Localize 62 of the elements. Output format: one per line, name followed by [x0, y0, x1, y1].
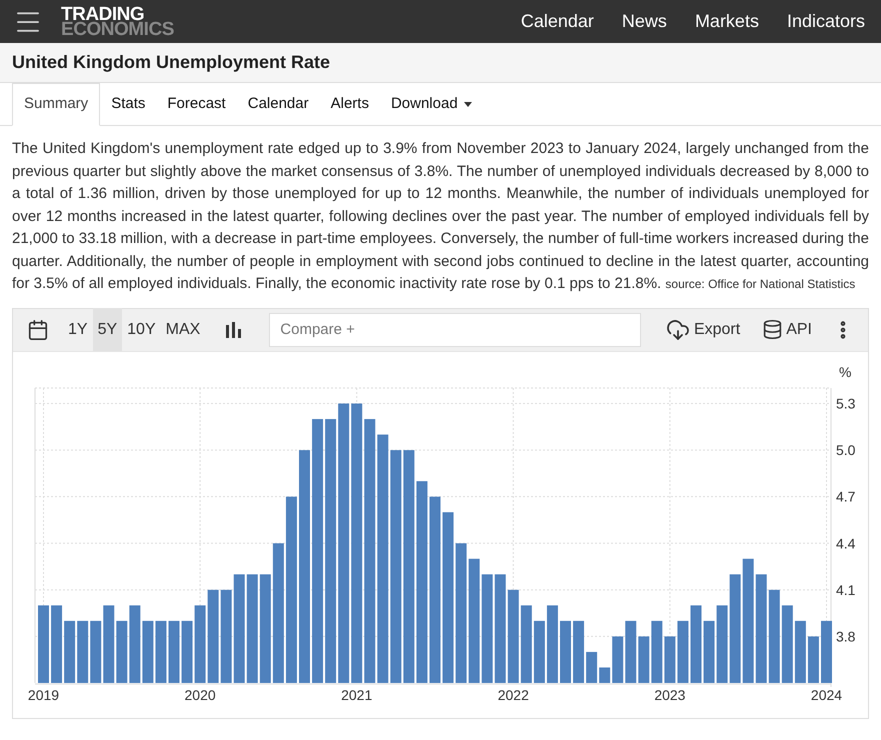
summary-paragraph: The United Kingdom's unemployment rate edged up to 3.9% from November 2023 to January 2024, largely unchanged from the previous quarter but slightly above the market consensus of 3.8%. The number of unemployed individuals decreased by 8,000 to a total of 1.36 million, driven by those unemployed for up to 12 months. Meanwhile, the number of individuals unemployed for over 12 months increased in the latest quarter, following declines over the past year. The number of employed individuals fell by 21,000 to 33.18 million, with a decrease in part-time employees. Conversely, the number of full-time workers increased during the quarter. Additionally, the number of people in employment with second jobs continued to decline in the latest quarter, accounting for 3.5% of all employed individuals. Finally, the economic inactivity rate rose by 0.1 pps to 21.8%. source: Office for National Statistics: [12, 139, 869, 294]
bar-chart-icon[interactable]: [225, 322, 244, 338]
bar: [612, 636, 624, 682]
y-tick-label: 4.1: [836, 581, 856, 598]
y-unit-label: %: [839, 364, 852, 380]
range-button[interactable]: 5Y: [92, 308, 122, 351]
y-tick-label: 4.7: [836, 488, 856, 504]
bar: [625, 620, 636, 682]
bar: [794, 620, 806, 682]
bar: [599, 666, 610, 682]
tab[interactable]: Download: [380, 83, 483, 126]
x-tick-label: 2024: [810, 686, 842, 702]
bar: [155, 620, 166, 682]
nav-link[interactable]: Indicators: [786, 8, 865, 35]
range-button[interactable]: 10Y: [122, 308, 161, 351]
bar: [808, 636, 819, 682]
nav-link[interactable]: News: [622, 8, 667, 35]
bar: [182, 620, 193, 682]
bar: [651, 620, 662, 682]
bar: [677, 620, 688, 682]
compare-field[interactable]: Compare +: [269, 312, 642, 346]
bar: [64, 620, 76, 682]
bar: [821, 620, 832, 682]
x-tick-label: 2019: [28, 686, 60, 702]
bar: [77, 620, 88, 682]
logo-text: ECONOMICS: [61, 22, 174, 36]
bar: [168, 620, 180, 682]
y-tick-label: 5.3: [836, 395, 856, 412]
tab[interactable]: Summary: [12, 83, 100, 126]
page-title: United Kingdom Unemployment Rate: [12, 51, 330, 74]
y-tick-label: 3.8: [836, 628, 856, 644]
nav-link[interactable]: Calendar: [520, 8, 594, 35]
y-tick-label: 4.4: [836, 534, 856, 551]
bar: [534, 620, 545, 682]
bar: [638, 636, 650, 682]
bar: [90, 620, 102, 682]
range-button[interactable]: MAX: [160, 308, 206, 351]
tab[interactable]: Stats: [100, 83, 156, 126]
export-button[interactable]: Export: [666, 318, 740, 342]
bar: [586, 651, 598, 682]
x-tick-label: 2020: [184, 686, 216, 702]
tab[interactable]: Alerts: [320, 83, 380, 126]
database-icon: [762, 319, 784, 340]
bar: [664, 636, 676, 682]
caret-icon: [464, 102, 472, 107]
range-button[interactable]: 1Y: [63, 308, 93, 351]
y-tick-label: 5.0: [836, 442, 856, 458]
bar: [560, 620, 571, 682]
x-tick-label: 2021: [341, 686, 372, 702]
bar: [116, 620, 128, 682]
bar: [573, 620, 584, 682]
tab[interactable]: Forecast: [156, 83, 237, 126]
api-button[interactable]: API: [762, 318, 812, 342]
bar: [142, 620, 154, 682]
x-tick-label: 2023: [654, 686, 686, 702]
bar: [704, 620, 715, 682]
calendar-icon[interactable]: [27, 318, 49, 340]
tab[interactable]: Calendar: [236, 83, 320, 126]
logo-text: TRADING: [61, 6, 144, 22]
cloud-download-icon: [666, 318, 690, 342]
x-tick-label: 2022: [498, 686, 529, 702]
nav-link[interactable]: Markets: [694, 8, 759, 35]
